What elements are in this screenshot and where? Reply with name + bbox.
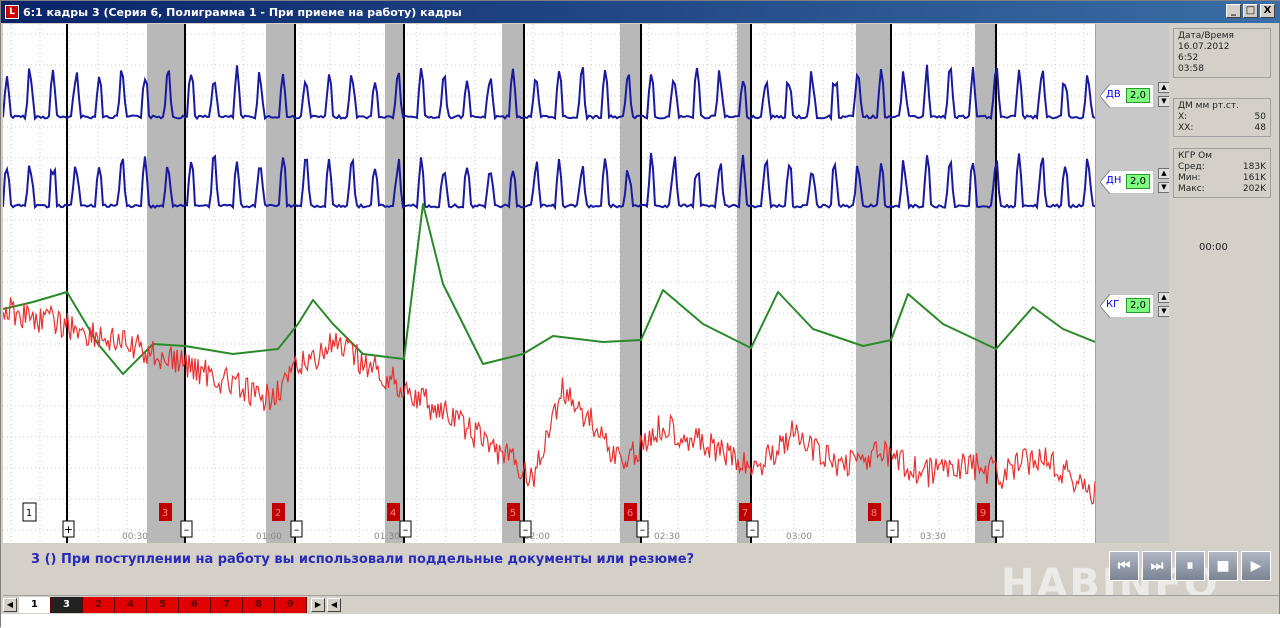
- question-scrollbar[interactable]: ◀ 132456789 ▶ ◀: [3, 595, 1279, 613]
- question-tab-3[interactable]: 3: [51, 597, 83, 613]
- scroll-left-arrow-icon[interactable]: ◀: [3, 598, 17, 612]
- window-controls: _ □ X: [1226, 4, 1275, 18]
- time-label: 02:30: [654, 532, 680, 542]
- question-tab-4[interactable]: 4: [115, 597, 147, 613]
- gsr-key: Сред:: [1178, 162, 1205, 172]
- date-value: 16.07.2012: [1178, 42, 1230, 52]
- channel-controls: ДВ 2,0 ▲ ▼ ДН 2,0 ▲ ▼ КГ 2,0 ▲ ▼: [1095, 24, 1170, 543]
- close-button[interactable]: X: [1260, 4, 1275, 18]
- question-marker-label: 9: [980, 508, 986, 519]
- interval-band: [502, 24, 523, 543]
- polygram-canvas: 00:30 01:00 01:30 02:00 02:30 03:00 03:301 3 2 4 5…: [3, 24, 1095, 543]
- current-question: 3 () При поступлении на работу вы исполь…: [31, 552, 695, 567]
- status-strip: [1, 614, 1280, 628]
- channel-gain[interactable]: 2,0: [1126, 174, 1150, 189]
- question-tab-9[interactable]: 9: [275, 597, 307, 613]
- pressure-row: Х: 50: [1178, 112, 1266, 123]
- pressure-title: ДМ мм рт.ст.: [1178, 101, 1239, 111]
- question-marker-label: 3: [162, 508, 168, 519]
- time-label: 00:30: [122, 532, 148, 542]
- question-marker-label: 6: [627, 508, 633, 519]
- question-tab-2[interactable]: 2: [83, 597, 115, 613]
- play-button[interactable]: ▶: [1241, 551, 1271, 581]
- gsr-value: 202K: [1242, 184, 1266, 194]
- question-bar: 3 () При поступлении на работу вы исполь…: [1, 545, 1106, 593]
- pressure-value: 50: [1254, 112, 1266, 122]
- answer-mark-label: –: [750, 523, 756, 536]
- question-marker-label: 8: [871, 508, 877, 519]
- answer-mark-label: –: [294, 523, 300, 536]
- polygraph-window: L 6:1 кадры 3 (Серия 6, Полиграмма 1 - П…: [0, 0, 1280, 628]
- datetime-box: Дата/Время 16.07.2012 6:52 03:58: [1173, 28, 1271, 78]
- scroll-left-arrow-icon[interactable]: ◀: [327, 598, 341, 612]
- question-marker-label: 4: [390, 508, 396, 519]
- answer-mark-label: –: [403, 523, 409, 536]
- pause-button[interactable]: ⏸: [1175, 551, 1205, 581]
- info-panel: Дата/Время 16.07.2012 6:52 03:58 ДМ мм р…: [1169, 24, 1275, 543]
- gsr-title: КГР Ом: [1178, 151, 1213, 161]
- pressure-key: Х:: [1178, 112, 1188, 122]
- elapsed-timer: 00:00: [1199, 242, 1228, 253]
- time-label: 03:00: [786, 532, 812, 542]
- gsr-row: Сред: 183K: [1178, 162, 1266, 173]
- gsr-row: Макс: 202K: [1178, 184, 1266, 195]
- time-value: 6:52: [1178, 53, 1199, 63]
- question-tab-5[interactable]: 5: [147, 597, 179, 613]
- question-marker-label: 1: [26, 508, 32, 519]
- rewind-start-button[interactable]: ⏮: [1109, 551, 1139, 581]
- minimize-button[interactable]: _: [1226, 4, 1241, 18]
- datetime-title: Дата/Время: [1178, 31, 1234, 41]
- time-label: 01:30: [374, 532, 400, 542]
- pressure-box: ДМ мм рт.ст. Х: 50 ХХ: 48: [1173, 98, 1271, 137]
- channel-gain[interactable]: 2,0: [1126, 298, 1150, 313]
- answer-mark-label: –: [184, 523, 190, 536]
- channel-label: ДН: [1106, 175, 1122, 186]
- transport-controls: ⏮ ⏭ ⏸ ■ ▶: [1109, 551, 1271, 581]
- channel-gain[interactable]: 2,0: [1126, 88, 1150, 103]
- channel-control-gsr: КГ 2,0 ▲ ▼: [1100, 292, 1170, 318]
- answer-mark-label: –: [523, 523, 529, 536]
- question-tab-6[interactable]: 6: [179, 597, 211, 613]
- question-tab-8[interactable]: 8: [243, 597, 275, 613]
- time-label: 03:30: [920, 532, 946, 542]
- answer-mark-label: +: [64, 523, 73, 536]
- question-marker-label: 2: [275, 508, 281, 519]
- channel-control-upper-breath: ДВ 2,0 ▲ ▼: [1100, 82, 1170, 108]
- answer-mark-label: –: [995, 523, 1001, 536]
- gsr-value: 161K: [1242, 173, 1266, 183]
- fast-forward-button[interactable]: ⏭: [1142, 551, 1172, 581]
- maximize-button[interactable]: □: [1243, 4, 1258, 18]
- answer-mark-label: –: [890, 523, 896, 536]
- gsr-box: КГР Ом Сред: 183K Мин: 161K Макс: 202K: [1173, 148, 1271, 198]
- channel-control-lower-breath: ДН 2,0 ▲ ▼: [1100, 168, 1170, 194]
- pressure-key: ХХ:: [1178, 123, 1194, 133]
- channel-label: КГ: [1106, 299, 1120, 310]
- gsr-value: 183K: [1242, 162, 1266, 172]
- answer-mark-label: –: [640, 523, 646, 536]
- window-title: 6:1 кадры 3 (Серия 6, Полиграмма 1 - При…: [23, 5, 462, 19]
- question-tab-7[interactable]: 7: [211, 597, 243, 613]
- question-tabs: 132456789: [19, 597, 307, 613]
- title-bar: L 6:1 кадры 3 (Серия 6, Полиграмма 1 - П…: [1, 1, 1280, 23]
- question-marker-label: 7: [742, 508, 748, 519]
- question-tab-1[interactable]: 1: [19, 597, 51, 613]
- gsr-row: Мин: 161K: [1178, 173, 1266, 184]
- gsr-key: Мин:: [1178, 173, 1201, 183]
- duration-value: 03:58: [1178, 64, 1204, 74]
- polygram-plot[interactable]: 00:30 01:00 01:30 02:00 02:30 03:00 03:30 1 3 2 4 5…: [3, 24, 1095, 543]
- time-label: 01:00: [256, 532, 282, 542]
- gsr-key: Макс:: [1178, 184, 1205, 194]
- pressure-row: ХХ: 48: [1178, 123, 1266, 134]
- question-marker-label: 5: [510, 508, 516, 519]
- pressure-value: 48: [1254, 123, 1266, 133]
- channel-label: ДВ: [1106, 89, 1121, 100]
- app-icon: L: [5, 5, 19, 19]
- scroll-right-arrow-icon[interactable]: ▶: [311, 598, 325, 612]
- stop-button[interactable]: ■: [1208, 551, 1238, 581]
